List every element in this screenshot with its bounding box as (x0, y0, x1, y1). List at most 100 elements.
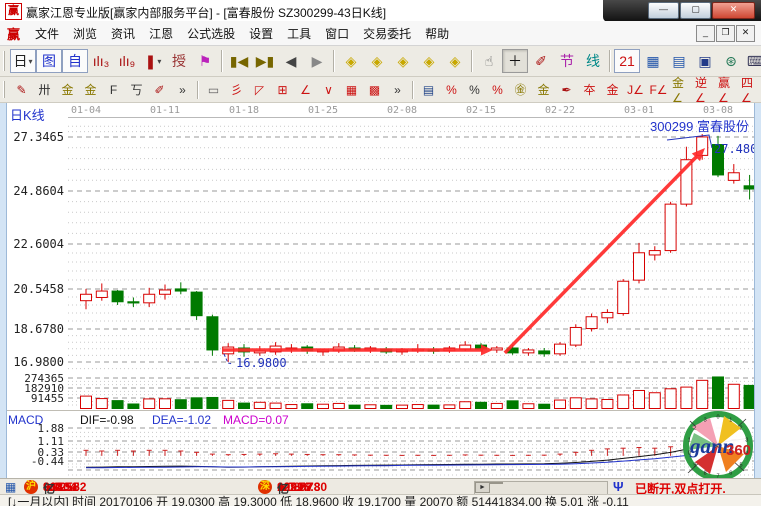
nav-first-icon[interactable]: ▮◀ (226, 49, 252, 73)
mdi-restore-button[interactable]: ❐ (716, 25, 735, 42)
horizontal-scrollbar[interactable]: ◄ ► (474, 481, 608, 495)
nav-prev-icon[interactable]: ◀ (278, 49, 304, 73)
macd-dif-line (86, 438, 750, 467)
low-price-annotation[interactable]: 16.9800 (236, 356, 287, 370)
remote-pc-icon[interactable]: ⌨ (744, 49, 761, 73)
s-section-icon[interactable]: 丂 (125, 79, 148, 100)
stats-tool-icon[interactable]: ▤ (417, 79, 440, 100)
nav-next-icon[interactable]: ▶ (304, 49, 330, 73)
f-angle-icon[interactable]: F∠ (647, 79, 670, 100)
f-section-icon[interactable]: F (102, 79, 125, 100)
gold-circle-icon[interactable]: ㊎ (509, 79, 532, 100)
bars-9-icon[interactable]: ılı₉ (114, 49, 140, 73)
menu-item-6[interactable]: 设置 (242, 22, 280, 45)
menu-item-8[interactable]: 窗口 (318, 22, 356, 45)
title-bar[interactable]: 赢 赢家江恩专业版[赢家内部服务平台] - [富春股份 SZ300299-43日… (0, 0, 761, 22)
gann-box-icon[interactable]: ◸ (248, 79, 271, 100)
jin-angle-icon[interactable]: 金∠ (670, 79, 693, 100)
nav-last-icon[interactable]: ▶▮ (252, 49, 278, 73)
drawn-trendlines-layer[interactable] (222, 148, 705, 355)
diamond-right-icon[interactable]: ◈ (364, 49, 390, 73)
toolbar-grip[interactable] (3, 51, 5, 71)
crosshair-tool-icon[interactable]: ＋ (502, 49, 528, 73)
rect-select-icon[interactable]: ▭ (202, 79, 225, 100)
menu-item-1[interactable]: 文件 (28, 22, 66, 45)
angle-lines-icon[interactable]: ∠ (294, 79, 317, 100)
diamond-left-icon[interactable]: ◈ (338, 49, 364, 73)
hand-tool-icon[interactable]: ☝ (476, 49, 502, 73)
period-day-icon[interactable]: 日▾ (10, 49, 36, 73)
memo-icon[interactable]: ▤ (666, 49, 692, 73)
save-icon[interactable]: ▣ (692, 49, 718, 73)
si-angle-icon[interactable]: 四∠ (739, 79, 761, 100)
candle-style-icon[interactable]: ❚▾ (140, 49, 166, 73)
compass-draw-icon[interactable]: ✎ (10, 79, 33, 100)
bars-3-icon[interactable]: ılı₃ (88, 49, 114, 73)
percent-down-icon[interactable]: % (440, 79, 463, 100)
gold-section-2-icon[interactable]: 金 (79, 79, 102, 100)
menu-item-9[interactable]: 交易委托 (356, 22, 418, 45)
zigzag-chart-icon[interactable]: 图 (36, 49, 62, 73)
maximize-button[interactable]: ▢ (680, 2, 711, 19)
price-axis-label: 18.6780 (13, 322, 64, 336)
quote-table-icon[interactable]: ▦ (5, 480, 16, 494)
volume-bar (665, 389, 676, 409)
svg-text:8: 8 (704, 471, 707, 477)
mdi-minimize-button[interactable]: _ (696, 25, 715, 42)
cycle-tool-icon[interactable]: 线 (580, 49, 606, 73)
gold-section-1-icon[interactable]: 金 (56, 79, 79, 100)
fan-lines-icon[interactable]: 彡 (225, 79, 248, 100)
web-export-icon[interactable]: ⊛ (718, 49, 744, 73)
ni-angle-icon[interactable]: 逆∠ (693, 79, 716, 100)
j-angle-icon[interactable]: J∠ (624, 79, 647, 100)
diamond-up-icon[interactable]: ◈ (390, 49, 416, 73)
volume-bar (681, 387, 692, 408)
f10-info-icon[interactable]: 自 (62, 49, 88, 73)
volume-bar (555, 400, 566, 408)
more-tools-2-icon[interactable]: » (386, 79, 409, 100)
close-button[interactable]: ✕ (712, 2, 755, 19)
calendar-21-icon[interactable]: 21 (614, 49, 640, 73)
date-tick-label: 02-08 (387, 105, 417, 116)
hash-grid-icon[interactable]: 卅 (33, 79, 56, 100)
compass-2-icon[interactable]: ✐ (148, 79, 171, 100)
gann-tool-icon[interactable]: 节 (554, 49, 580, 73)
volume-bar (713, 377, 724, 409)
grid-tool-1-icon[interactable]: ▦ (340, 79, 363, 100)
diamond-down-icon[interactable]: ◈ (416, 49, 442, 73)
diamond-cross-icon[interactable]: ◈ (442, 49, 468, 73)
shou-tool-icon[interactable]: 授 (166, 49, 192, 73)
gann-square-icon[interactable]: ⊞ (271, 79, 294, 100)
toolbar-grip[interactable] (3, 81, 5, 98)
compass-candle-icon[interactable]: ✒ (555, 79, 578, 100)
mdi-close-button[interactable]: ✕ (736, 25, 755, 42)
menu-item-7[interactable]: 工具 (280, 22, 318, 45)
menu-item-10[interactable]: 帮助 (418, 22, 456, 45)
candle (634, 243, 645, 284)
scroll-right-button[interactable]: ► (475, 482, 490, 493)
rising-trend-arrow[interactable] (505, 157, 697, 353)
percent-line-icon[interactable]: % (486, 79, 509, 100)
grid-tool-2-icon[interactable]: ▩ (363, 79, 386, 100)
menu-item-5[interactable]: 公式选股 (180, 22, 242, 45)
menu-item-4[interactable]: 江恩 (142, 22, 180, 45)
volume-bar (507, 401, 518, 409)
percent-icon[interactable]: % (463, 79, 486, 100)
gold-angle-red-icon[interactable]: 金 (601, 79, 624, 100)
volume-bar (318, 404, 329, 408)
high-price-annotation[interactable]: 27.480 (714, 142, 757, 156)
candle (555, 342, 566, 356)
price-axis-label: 20.5458 (13, 282, 64, 296)
menu-item-2[interactable]: 浏览 (66, 22, 104, 45)
chart-canvas[interactable]: 27.346524.860422.600420.545818.678016.98… (0, 102, 761, 479)
color-flag-icon[interactable]: ⚑ (192, 49, 218, 73)
wave-lines-icon[interactable]: ∨ (317, 79, 340, 100)
more-tools-1-icon[interactable]: » (171, 79, 194, 100)
minimize-button[interactable]: — (648, 2, 679, 19)
gold-lines-icon[interactable]: 金 (532, 79, 555, 100)
ying-angle-icon[interactable]: 赢∠ (716, 79, 739, 100)
calculator-icon[interactable]: ▦ (640, 49, 666, 73)
x-wave-icon[interactable]: 夲 (578, 79, 601, 100)
menu-item-3[interactable]: 资讯 (104, 22, 142, 45)
angle-measure-icon[interactable]: ✐ (528, 49, 554, 73)
